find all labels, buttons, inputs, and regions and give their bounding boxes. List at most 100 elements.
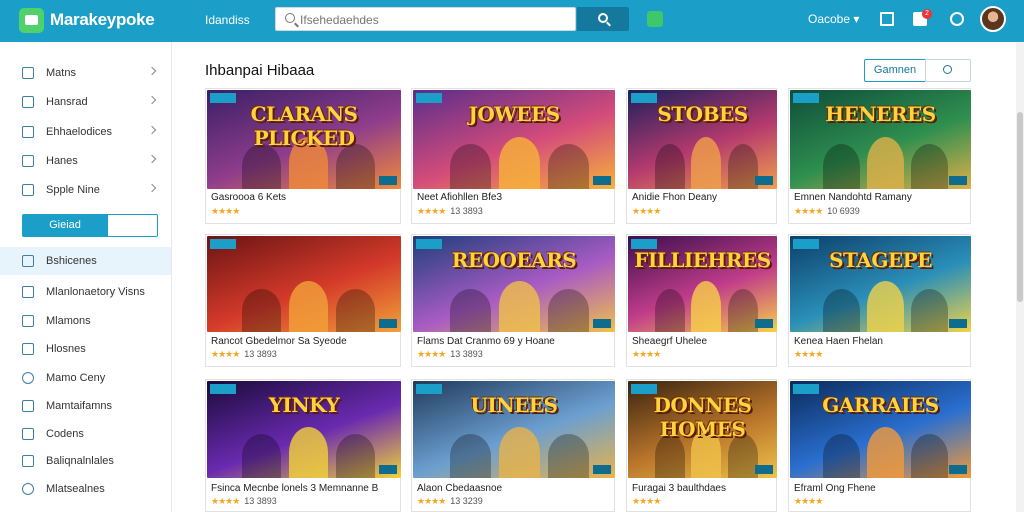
character-art bbox=[823, 144, 860, 189]
game-thumbnail[interactable] bbox=[207, 236, 401, 332]
price-badge bbox=[379, 319, 397, 328]
search-box[interactable] bbox=[275, 7, 576, 31]
sidebar-item-bshicenes[interactable]: Bshicenes bbox=[0, 247, 171, 275]
character-art bbox=[242, 144, 281, 189]
star-icon bbox=[22, 184, 34, 196]
sidebar: Matns Hansrad Ehhaelodices Hanes Spple N… bbox=[0, 42, 172, 512]
game-thumbnail[interactable]: FILLIEHRES bbox=[628, 236, 777, 332]
game-thumbnail[interactable]: JOWEES bbox=[413, 90, 615, 189]
avatar[interactable] bbox=[980, 6, 1006, 32]
sort-button[interactable]: Gamnen bbox=[864, 59, 926, 82]
game-thumbnail[interactable]: GARRAIES bbox=[790, 381, 971, 478]
sidebar-item-mlanlonaetory[interactable]: Mlanlonaetory Visns bbox=[0, 278, 171, 306]
game-thumbnail[interactable]: CLARANS PLICKED bbox=[207, 90, 401, 189]
game-card[interactable]: HENERES Emnen Nandohtd Ramany ★★★★ 10 6939 bbox=[788, 88, 971, 224]
notification-badge: 2 bbox=[922, 9, 932, 19]
game-card[interactable]: CLARANS PLICKED Gasroooa 6 Kets ★★★★ bbox=[205, 88, 401, 224]
rating-stars: ★★★★ bbox=[794, 206, 823, 216]
game-card[interactable]: Rancot Gbedelmor Sa Syeode ★★★★ 13 3893 bbox=[205, 234, 401, 367]
account-menu[interactable]: Oacobe ▾ bbox=[808, 12, 859, 26]
search-icon bbox=[598, 13, 608, 23]
sidebar-item-baliqnalnlales[interactable]: Baliqnalnlales bbox=[0, 447, 171, 475]
character-art bbox=[336, 289, 375, 332]
game-card[interactable]: STOBES Anidie Fhon Deany ★★★★ bbox=[626, 88, 777, 224]
chevron-right-icon bbox=[147, 154, 157, 164]
home-icon bbox=[22, 255, 34, 267]
game-thumbnail[interactable]: REOOEARS bbox=[413, 236, 615, 332]
game-card[interactable]: REOOEARS Flams Dat Cranmo 69 y Hoane ★★★★ 1… bbox=[411, 234, 615, 367]
game-thumbnail[interactable]: YINKY bbox=[207, 381, 401, 478]
character-art bbox=[728, 289, 758, 332]
search-input[interactable] bbox=[300, 11, 560, 28]
game-card[interactable]: YINKY Fsinca Mecnbe lonels 3 Memnanne B ★★… bbox=[205, 379, 401, 512]
chevron-right-icon bbox=[147, 125, 157, 135]
sidebar-item-label: Hlosnes bbox=[46, 343, 86, 355]
rating-stars: ★★★★ bbox=[417, 496, 446, 506]
game-thumbnail[interactable]: DONNES HOMES bbox=[628, 381, 777, 478]
game-title[interactable]: Eframl Ong Fhene bbox=[794, 483, 876, 494]
game-thumbnail[interactable]: STOBES bbox=[628, 90, 777, 189]
sidebar-item-mlamons[interactable]: Mlamons bbox=[0, 307, 171, 335]
game-thumbnail[interactable]: HENERES bbox=[790, 90, 971, 189]
game-meta: ★★★★ bbox=[632, 496, 665, 507]
game-card[interactable]: GARRAIES Eframl Ong Fhene ★★★★ bbox=[788, 379, 971, 512]
game-card[interactable]: JOWEES Neet Afiohllen Bfe3 ★★★★ 13 3893 bbox=[411, 88, 615, 224]
game-title[interactable]: Rancot Gbedelmor Sa Syeode bbox=[211, 336, 347, 347]
sidebar-item-label: Baliqnalnlales bbox=[46, 455, 114, 467]
game-title[interactable]: Kenea Haen Fhelan bbox=[794, 336, 883, 347]
sidebar-item-spple-nine[interactable]: Spple Nine bbox=[0, 176, 171, 204]
character-art bbox=[548, 144, 589, 189]
sidebar-item-label: Codens bbox=[46, 428, 84, 440]
sidebar-secondary-button[interactable] bbox=[107, 214, 158, 237]
price-badge bbox=[593, 319, 611, 328]
logo-icon[interactable] bbox=[19, 8, 44, 33]
sidebar-button-group: Gieiad bbox=[22, 214, 158, 237]
search-button[interactable] bbox=[577, 7, 629, 31]
puzzle-icon[interactable] bbox=[647, 11, 663, 27]
bookmark-icon[interactable] bbox=[880, 12, 894, 26]
game-card[interactable]: DONNES HOMES Furagai 3 baulthdaes ★★★★ bbox=[626, 379, 777, 512]
scrollbar-thumb[interactable] bbox=[1017, 112, 1023, 302]
sidebar-item-hlosnes[interactable]: Hlosnes bbox=[0, 335, 171, 363]
sidebar-item-hansrad[interactable]: Hansrad bbox=[0, 88, 171, 116]
game-thumbnail[interactable]: STAGEPE bbox=[790, 236, 971, 332]
game-thumbnail[interactable]: UINEES bbox=[413, 381, 615, 478]
sidebar-item-mamtaifamns[interactable]: Mamtaifamns bbox=[0, 392, 171, 420]
sidebar-item-matns[interactable]: Matns bbox=[0, 59, 171, 87]
account-label: Oacobe bbox=[808, 12, 851, 26]
sidebar-item-label: Ehhaelodices bbox=[46, 126, 113, 138]
game-card[interactable]: FILLIEHRES Sheaegrf Uhelee ★★★★ bbox=[626, 234, 777, 367]
sidebar-item-mlatsealnes[interactable]: Mlatsealnes bbox=[0, 475, 171, 503]
game-title[interactable]: Anidie Fhon Deany bbox=[632, 192, 717, 203]
game-card[interactable]: UINEES Alaon Cbedaasnoe ★★★★ 13 3239 bbox=[411, 379, 615, 512]
sidebar-item-codens[interactable]: Codens bbox=[0, 420, 171, 448]
character-art bbox=[823, 434, 860, 478]
sidebar-primary-button[interactable]: Gieiad bbox=[22, 214, 108, 237]
sidebar-item-hanes[interactable]: Hanes bbox=[0, 147, 171, 175]
character-art bbox=[655, 144, 685, 189]
user-icon bbox=[22, 315, 34, 327]
game-card[interactable]: STAGEPE Kenea Haen Fhelan ★★★★ bbox=[788, 234, 971, 367]
game-title[interactable]: Flams Dat Cranmo 69 y Hoane bbox=[417, 336, 555, 347]
game-title[interactable]: Alaon Cbedaasnoe bbox=[417, 483, 502, 494]
game-art-title: STOBES bbox=[657, 101, 748, 126]
sidebar-item-mamo-ceny[interactable]: Mamo Ceny bbox=[0, 364, 171, 392]
game-title[interactable]: Fsinca Mecnbe lonels 3 Memnanne B bbox=[211, 483, 378, 494]
game-title[interactable]: Neet Afiohllen Bfe3 bbox=[417, 192, 502, 203]
scrollbar[interactable] bbox=[1016, 42, 1024, 512]
rating-count: 13 3239 bbox=[450, 496, 483, 506]
game-title[interactable]: Furagai 3 baulthdaes bbox=[632, 483, 726, 494]
globe-icon[interactable] bbox=[950, 12, 964, 26]
badge bbox=[631, 384, 657, 394]
game-title[interactable]: Gasroooa 6 Kets bbox=[211, 192, 286, 203]
price-badge bbox=[949, 319, 967, 328]
rating-stars: ★★★★ bbox=[417, 206, 446, 216]
game-title[interactable]: Emnen Nandohtd Ramany bbox=[794, 192, 912, 203]
filter-search-button[interactable] bbox=[925, 59, 971, 82]
nav-link[interactable]: Idandiss bbox=[205, 13, 250, 27]
folder-icon bbox=[22, 455, 34, 467]
brand-name[interactable]: Marakeypoke bbox=[50, 10, 155, 30]
character-art bbox=[450, 289, 491, 332]
sidebar-item-ehhaelodices[interactable]: Ehhaelodices bbox=[0, 118, 171, 146]
game-title[interactable]: Sheaegrf Uhelee bbox=[632, 336, 707, 347]
